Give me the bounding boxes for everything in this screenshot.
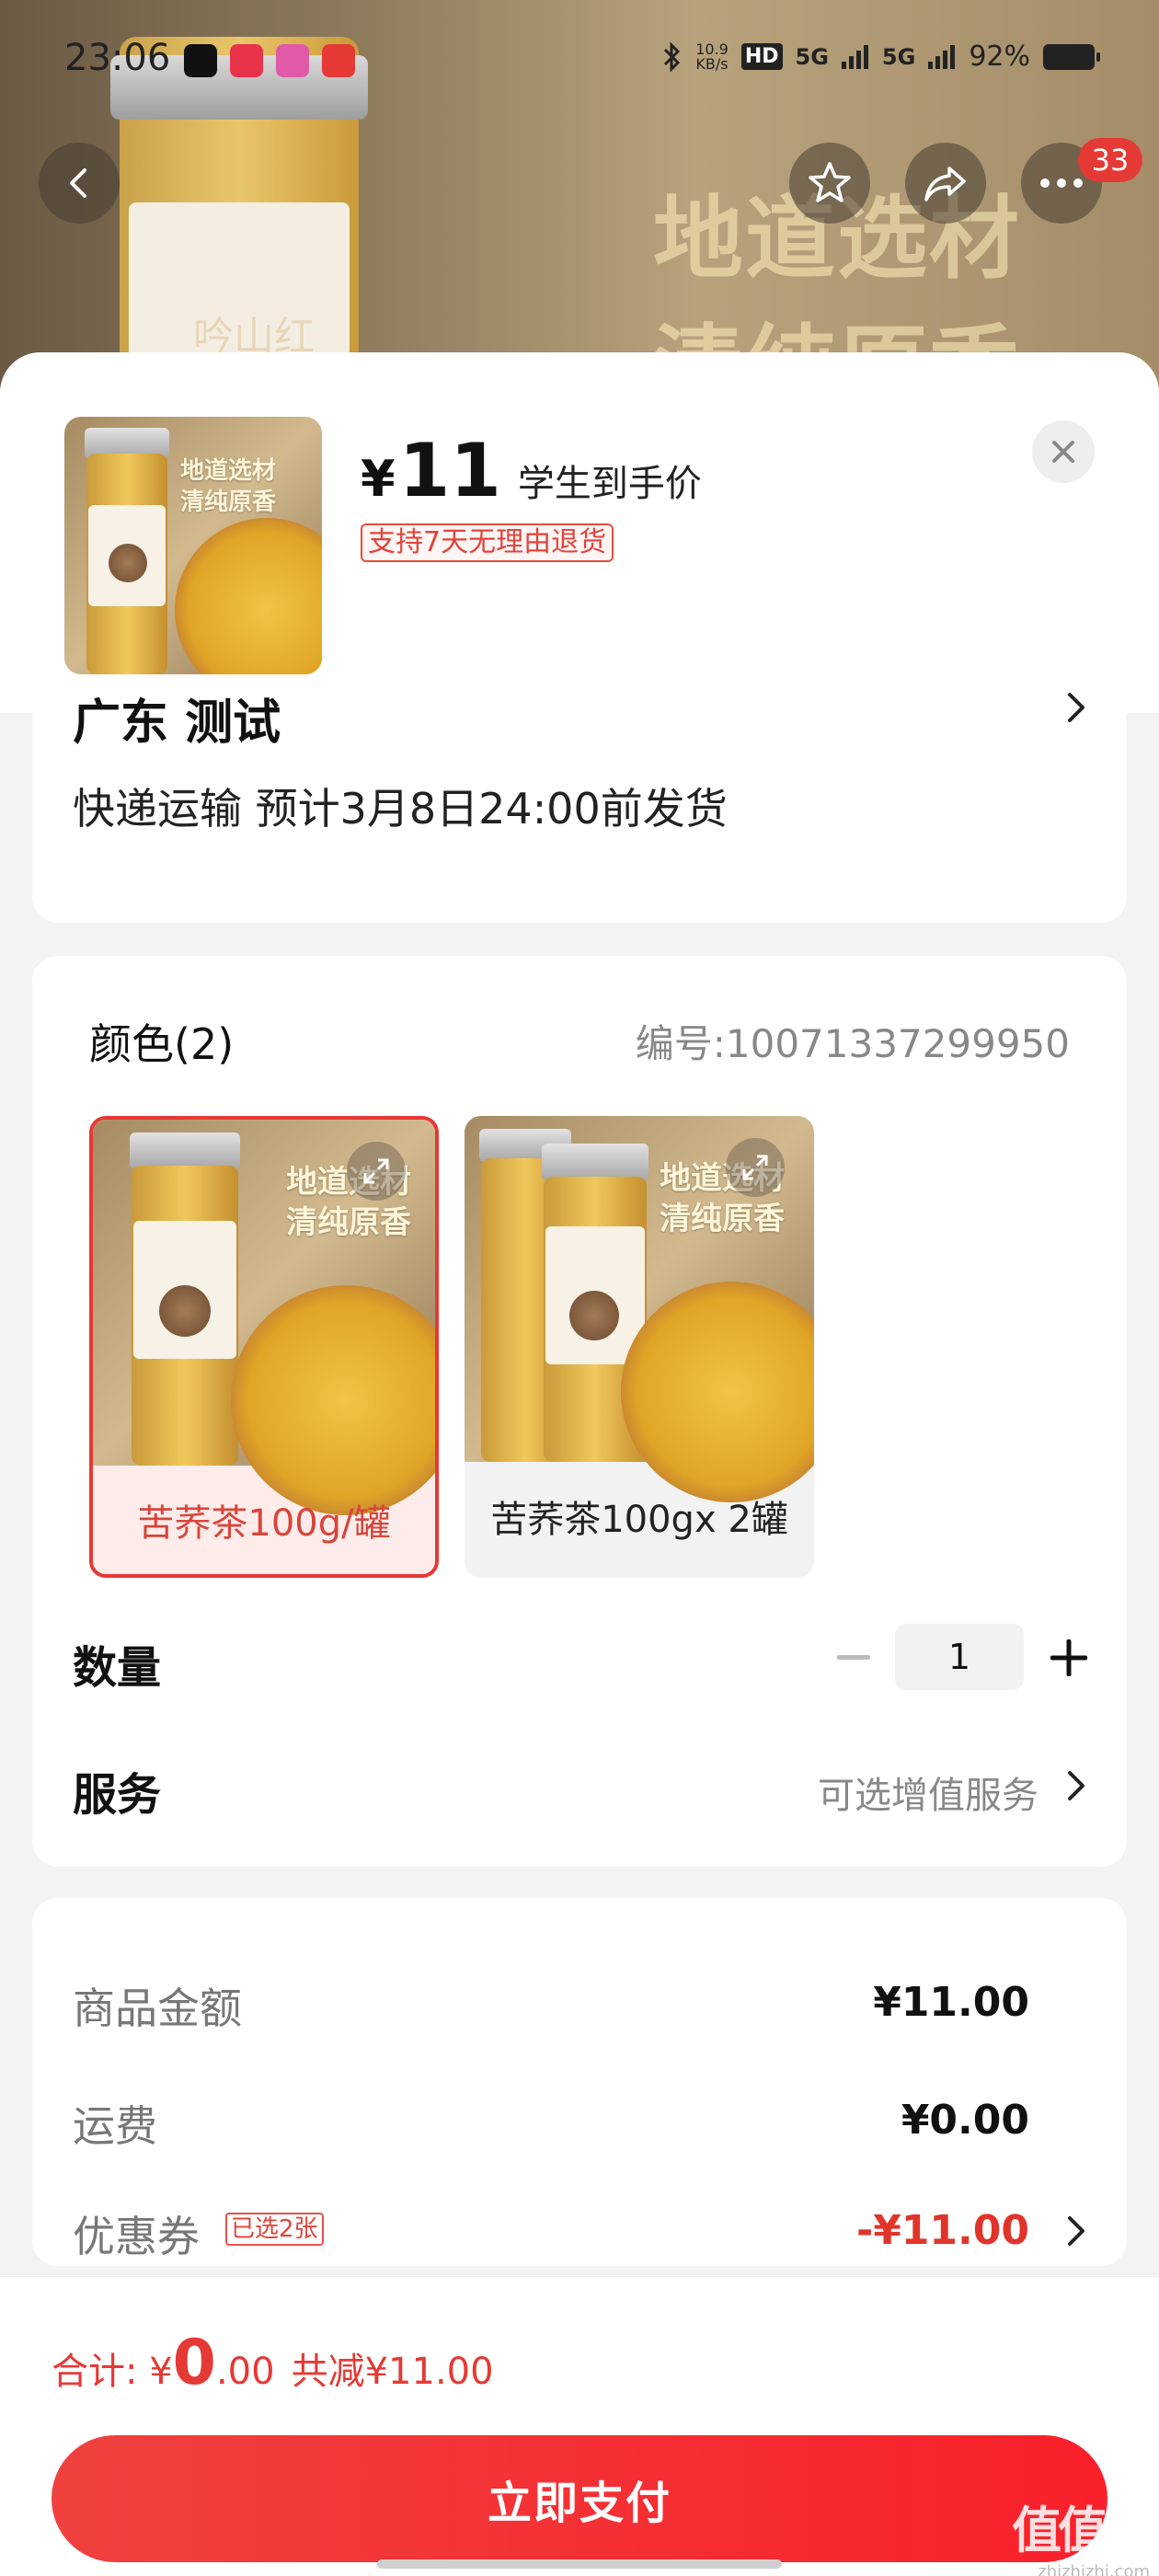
star-icon: [809, 162, 851, 202]
status-bar: 23:06 10.9 KB/s HD 5G 5G 92%: [0, 37, 1159, 83]
close-icon: [1052, 441, 1074, 463]
toutiao-icon: [230, 44, 263, 77]
favorite-button[interactable]: [789, 143, 870, 224]
total-decimal: .00: [215, 2351, 275, 2393]
sku-label: 苦荞茶100gx 2罐: [490, 1499, 788, 1541]
quantity-increase-button[interactable]: [1044, 1633, 1094, 1683]
shipping-fee-value: ¥0.00: [901, 2097, 1029, 2144]
sheet-header: 地道选材 清纯原香 ¥ 11 学生到手价 支持7天无理由退货: [0, 352, 1159, 713]
battery-percent: 92%: [969, 40, 1030, 73]
service-chevron-icon[interactable]: [1066, 1769, 1086, 1806]
expand-icon[interactable]: [726, 1138, 785, 1197]
total-integer: 0: [172, 2327, 216, 2399]
expand-icon[interactable]: [347, 1142, 406, 1201]
price-value: 11: [398, 428, 501, 513]
tiktok-icon: [184, 44, 217, 77]
quantity-label: 数量: [73, 1642, 162, 1694]
watermark-main: 值值值: [1012, 2501, 1153, 2559]
share-icon: [924, 167, 966, 201]
bluetooth-icon: [664, 40, 681, 73]
coupon-chevron-icon[interactable]: [1066, 2214, 1086, 2251]
status-right: 10.9 KB/s HD 5G 5G 92%: [662, 40, 1100, 73]
chevron-left-icon: [70, 168, 86, 198]
service-label: 服务: [73, 1769, 162, 1821]
signal-bars-icon: [841, 44, 868, 69]
thumb-slogan-line1: 地道选材: [180, 457, 277, 485]
message-badge: 33: [1078, 138, 1142, 182]
price-symbol: ¥: [361, 450, 396, 508]
signal-bars-2-icon: [928, 44, 956, 69]
purchase-sheet: 地道选材 清纯原香 ¥ 11 学生到手价 支持7天无理由退货 广东 测试 快递运…: [0, 352, 1159, 2576]
coupon-selected-tag: 已选2张: [225, 2213, 324, 2246]
coupon-label: 优惠券: [73, 2212, 200, 2261]
product-thumbnail[interactable]: 地道选材 清纯原香: [64, 417, 322, 674]
status-time: 23:06: [64, 37, 171, 79]
thumb-slogan-line2: 清纯原香: [180, 489, 277, 516]
share-button[interactable]: [905, 143, 986, 224]
sku-image: 地道选材 清纯原香: [93, 1120, 435, 1515]
sku1-slogan-line2: 清纯原香: [286, 1204, 411, 1241]
plus-icon: [1050, 1639, 1087, 1676]
bilibili-icon: [276, 44, 309, 77]
quantity-decrease-button[interactable]: [831, 1635, 877, 1681]
app-notification-icon: [322, 44, 355, 77]
spec-title: 颜色(2): [89, 1019, 235, 1069]
service-value[interactable]: 可选增值服务: [818, 1765, 1039, 1819]
sku-option-double[interactable]: 地道选材 清纯原香 苦荞茶100gx 2罐: [465, 1116, 814, 1578]
shipping-fee-label: 运费: [73, 2101, 157, 2151]
product-code: 编号:10071337299950: [635, 1021, 1070, 1066]
address-chevron-icon: [1066, 691, 1086, 728]
close-button[interactable]: [1032, 420, 1095, 483]
battery-icon: [1043, 43, 1100, 70]
address-region: 广东 测试: [73, 696, 281, 751]
coupon-value: -¥11.00: [855, 2207, 1029, 2254]
net-speed: 10.9 KB/s: [695, 41, 729, 73]
price-block: ¥ 11 学生到手价: [361, 428, 702, 513]
goods-amount-label: 商品金额: [73, 1984, 242, 2033]
price-label: 学生到手价: [517, 463, 702, 505]
pay-now-button[interactable]: 立即支付: [52, 2435, 1107, 2562]
signal-1: 5G: [795, 43, 829, 70]
quantity-input[interactable]: 1: [895, 1624, 1024, 1690]
watermark-sub: zhizhizhi.com: [1038, 2562, 1150, 2576]
back-button[interactable]: [39, 143, 120, 224]
return-policy-tag: 支持7天无理由退货: [361, 523, 614, 562]
status-app-icons: [184, 44, 355, 77]
sku-label: 苦荞茶100g/罐: [137, 1502, 391, 1545]
goods-amount-value: ¥11.00: [873, 1979, 1029, 2026]
sku-image: 地道选材 清纯原香: [465, 1116, 814, 1502]
total-saved: 共减¥11.00: [291, 2351, 494, 2393]
total-prefix: 合计: ¥: [52, 2351, 173, 2393]
signal-2: 5G: [881, 43, 916, 70]
sku2-slogan-line2: 清纯原香: [660, 1201, 785, 1237]
hd-icon: HD: [740, 43, 783, 70]
sku-option-single[interactable]: 地道选材 清纯原香 苦荞茶100g/罐: [89, 1116, 439, 1578]
more-dots-icon: [1040, 178, 1083, 188]
spec-card: 颜色(2) 编号:10071337299950 地道选材 清纯原香 苦荞茶100…: [32, 956, 1127, 1867]
home-indicator[interactable]: [377, 2559, 782, 2569]
minus-icon: [837, 1655, 870, 1660]
checkout-bar: 合计: ¥ 0 .00 共减¥11.00 立即支付: [0, 2276, 1159, 2576]
shipping-info: 快递运输 预计3月8日24:00前发货: [73, 784, 728, 834]
watermark: 值值值 zhizhizhi.com: [1012, 2490, 1153, 2576]
address-card[interactable]: 广东 测试 快递运输 预计3月8日24:00前发货: [32, 674, 1127, 923]
price-detail-card: 商品金额 ¥11.00 运费 ¥0.00 优惠券 已选2张 -¥11.00: [32, 1898, 1127, 2266]
total-amount: 合计: ¥ 0 .00 共减¥11.00: [52, 2327, 494, 2399]
net-speed-unit: KB/s: [695, 54, 729, 73]
